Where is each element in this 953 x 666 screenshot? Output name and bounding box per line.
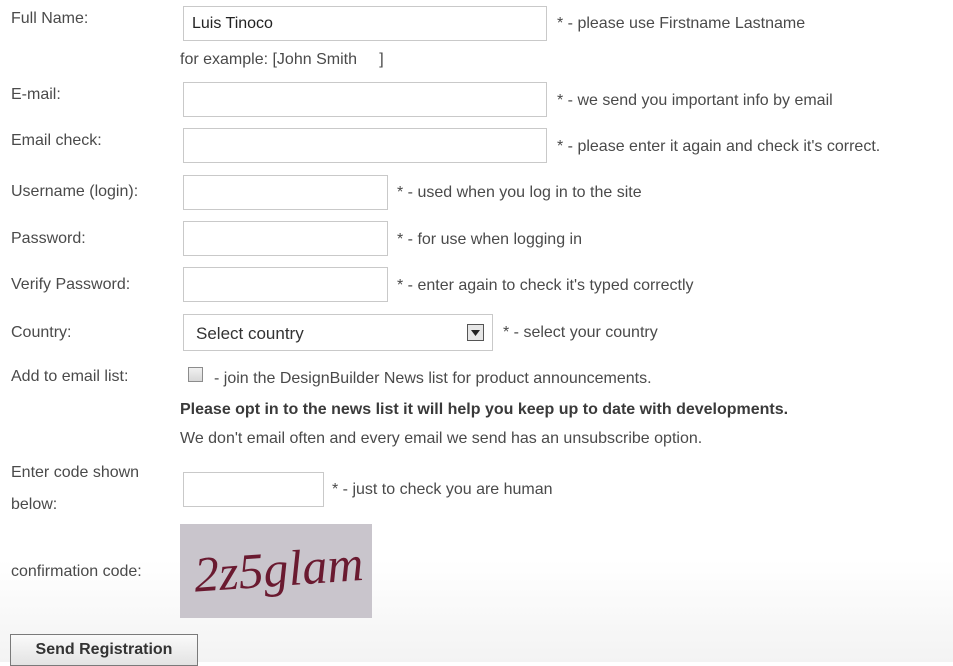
email-note: * - we send you important info by email [557,92,833,109]
password-label: Password: [11,230,86,247]
optin-info-text: We don't email often and every email we … [180,430,703,447]
country-select[interactable]: Select country [183,314,493,351]
password-note: * - for use when logging in [397,231,582,248]
code-input[interactable] [183,472,324,507]
email-check-label: Email check: [11,132,102,149]
email-input[interactable] [183,82,547,117]
password-input[interactable] [183,221,388,256]
email-check-note: * - please enter it again and check it's… [557,138,881,155]
verify-password-label: Verify Password: [11,276,131,293]
country-note: * - select your country [503,324,658,341]
code-label-line2: below: [11,496,58,513]
email-label: E-mail: [11,86,61,103]
email-list-note: - join the DesignBuilder News list for p… [214,370,652,387]
verify-password-note: * - enter again to check it's typed corr… [397,277,694,294]
username-note: * - used when you log in to the site [397,184,642,201]
code-note: * - just to check you are human [332,481,553,498]
code-label-line1: Enter code shown [11,464,140,481]
dropdown-arrow-icon[interactable] [467,324,484,341]
captcha-text: 2z5glam [192,535,365,603]
username-label: Username (login): [11,183,139,200]
full-name-label: Full Name: [11,10,89,27]
confirmation-code-label: confirmation code: [11,563,142,580]
send-registration-button[interactable]: Send Registration [10,634,198,666]
verify-password-input[interactable] [183,267,388,302]
username-input[interactable] [183,175,388,210]
captcha-image: 2z5glam [180,524,372,618]
email-check-input[interactable] [183,128,547,163]
full-name-hint: for example: [John Smith ] [180,51,384,68]
full-name-note: * - please use Firstname Lastname [557,15,806,32]
optin-bold-text: Please opt in to the news list it will h… [180,401,789,418]
full-name-input[interactable]: Luis Tinoco [183,6,547,41]
email-list-checkbox[interactable] [188,367,203,382]
country-select-value: Select country [196,324,304,343]
email-list-label: Add to email list: [11,368,129,385]
country-label: Country: [11,324,72,341]
